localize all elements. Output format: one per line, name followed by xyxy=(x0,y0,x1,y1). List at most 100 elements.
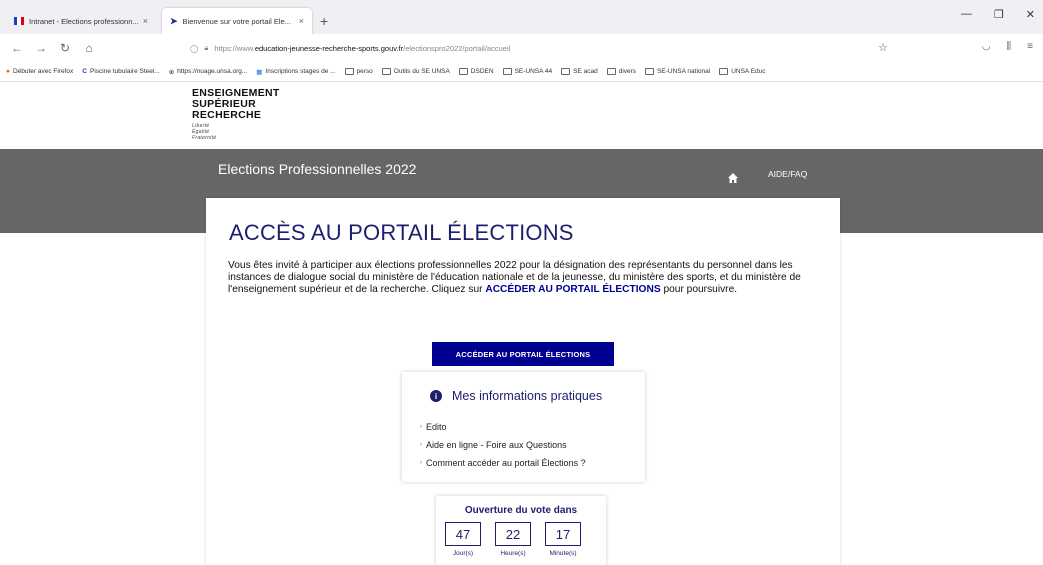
info-icon: i xyxy=(430,390,442,402)
new-tab-button[interactable]: + xyxy=(320,8,328,34)
site-title[interactable]: Elections Professionnelles 2022 xyxy=(218,161,416,177)
browser-nav-bar: ← → ↻ ⌂ ◯ 🔒︎ https://www.education-jeune… xyxy=(0,34,1043,62)
countdown-hours: 22 Heure(s) xyxy=(495,522,531,557)
countdown-title: Ouverture du vote dans xyxy=(464,505,578,516)
tab-label: Intranet - Elections professionn... xyxy=(29,16,138,26)
motto-line: Fraternité xyxy=(192,135,217,141)
folder-icon xyxy=(561,68,571,75)
home-browser-icon[interactable]: ⌂ xyxy=(82,41,96,55)
reload-icon[interactable]: ↻ xyxy=(58,41,72,55)
page-viewport: ENSEIGNEMENT SUPÉRIEUR RECHERCHE Liberté… xyxy=(0,82,1043,565)
info-link-access[interactable]: › Comment accéder au portail Élections ? xyxy=(420,454,586,472)
bookmark-item[interactable]: ▦ Inscriptions stages de ... xyxy=(256,68,335,76)
bookmark-label: SE-UNSA 44 xyxy=(514,68,553,75)
folder-icon xyxy=(344,68,354,75)
shield-icon[interactable]: ◯ xyxy=(190,44,198,53)
logo-line: RECHERCHE xyxy=(192,109,262,121)
info-link-edito[interactable]: › Edito xyxy=(420,418,586,436)
folder-icon xyxy=(381,68,391,75)
ministry-logo[interactable]: ENSEIGNEMENT SUPÉRIEUR RECHERCHE Liberté… xyxy=(192,88,280,142)
info-link-faq[interactable]: › Aide en ligne - Foire aux Questions xyxy=(420,436,586,454)
forward-icon[interactable]: → xyxy=(34,41,48,55)
folder-icon xyxy=(502,68,512,75)
lock-icon[interactable]: 🔒︎ xyxy=(204,43,208,53)
folder-icon xyxy=(719,68,729,75)
bookmark-item[interactable]: ● Débuter avec Firefox xyxy=(6,68,73,75)
back-icon[interactable]: ← xyxy=(10,41,24,55)
pocket-icon[interactable]: ◡ xyxy=(982,41,991,52)
info-link-label: Comment accéder au portail Élections ? xyxy=(426,458,586,468)
restore-icon[interactable]: ❐ xyxy=(994,8,1004,21)
arrow-favicon-icon: ➤ xyxy=(170,15,178,26)
bookmark-label: Outils du SE UNSA xyxy=(393,68,450,75)
window-controls: — ❐ ✕ xyxy=(961,8,1035,21)
bookmark-folder[interactable]: SE-UNSA national xyxy=(645,68,710,75)
folder-icon xyxy=(645,68,655,75)
info-links-list: › Edito › Aide en ligne - Foire aux Questi… xyxy=(420,418,586,472)
close-icon[interactable]: × xyxy=(299,16,304,26)
countdown-label: Minute(s) xyxy=(549,550,577,557)
tab-portail[interactable]: ➤ Bienvenue sur votre portail Ele... × xyxy=(162,8,312,34)
menu-icon[interactable]: ≡ xyxy=(1027,41,1033,52)
countdown-value: 47 xyxy=(445,522,481,546)
info-panel: i Mes informations pratiques › Edito › Aid… xyxy=(402,372,645,482)
home-icon[interactable] xyxy=(727,172,739,184)
url-text: https://www.education-jeunesse-recherche… xyxy=(214,44,510,53)
bookmark-label: Inscriptions stages de ... xyxy=(265,68,336,75)
bookmark-item[interactable]: C Piscine tubulaire Steel... xyxy=(82,68,159,75)
bookmark-folder[interactable]: SE-UNSA 44 xyxy=(502,68,553,75)
intro-text: Vous êtes invité à participer aux électi… xyxy=(228,260,818,296)
url-path: /electionspro2022/portail/accueil xyxy=(403,43,511,53)
bookmark-folder[interactable]: UNSA Educ xyxy=(719,68,766,75)
bookmark-folder[interactable]: perso xyxy=(344,68,373,75)
bookmark-folder[interactable]: Outils du SE UNSA xyxy=(381,68,450,75)
bookmark-label: https://nuage.unsa.org... xyxy=(177,68,248,75)
info-panel-title: Mes informations pratiques xyxy=(452,389,603,403)
close-window-icon[interactable]: ✕ xyxy=(1026,8,1035,21)
countdown-value: 22 xyxy=(495,522,531,546)
bookmark-label: Piscine tubulaire Steel... xyxy=(89,68,160,75)
bookmark-folder[interactable]: DSDEN xyxy=(458,68,494,75)
bookmark-label: DSDEN xyxy=(470,68,494,75)
url-bar[interactable]: ◯ 🔒︎ https://www.education-jeunesse-rech… xyxy=(190,37,890,59)
intro-end: pour poursuivre. xyxy=(660,284,738,295)
bookmark-label: Débuter avec Firefox xyxy=(12,68,74,75)
main-card: ACCÈS AU PORTAIL ÉLECTIONS Vous êtes inv… xyxy=(206,198,840,565)
countdown-minutes: 17 Minute(s) xyxy=(545,522,581,557)
info-link-label: Aide en ligne - Foire aux Questions xyxy=(426,440,567,450)
minimize-icon[interactable]: — xyxy=(961,8,972,21)
bookmark-star-icon[interactable]: ☆ xyxy=(878,41,888,54)
bookmark-label: divers xyxy=(618,68,637,75)
vote-countdown: Ouverture du vote dans 47 Jour(s) 22 Heu… xyxy=(436,496,606,565)
intro-highlight: ACCÉDER AU PORTAIL ÉLECTIONS xyxy=(485,284,661,295)
aide-faq-link[interactable]: AIDE/FAQ xyxy=(768,169,807,179)
access-portal-button[interactable]: ACCÉDER AU PORTAIL ÉLECTIONS xyxy=(432,342,614,366)
globe-icon: ⊕ xyxy=(168,68,175,76)
page-title: ACCÈS AU PORTAIL ÉLECTIONS xyxy=(229,220,574,245)
toolbar-icons: ◡ ⫼ ≡ xyxy=(982,41,1033,52)
tab-intranet[interactable]: Intranet - Elections professionn... × xyxy=(6,8,156,34)
library-icon[interactable]: ⫼ xyxy=(1007,41,1012,52)
close-icon[interactable]: × xyxy=(143,16,148,26)
caret-right-icon: › xyxy=(420,460,422,466)
site-icon: C xyxy=(82,68,87,75)
caret-right-icon: › xyxy=(420,424,422,430)
countdown-label: Heure(s) xyxy=(500,550,526,557)
tab-label: Bienvenue sur votre portail Ele... xyxy=(182,16,291,26)
info-panel-header: i Mes informations pratiques xyxy=(430,389,602,403)
sheet-icon: ▦ xyxy=(256,68,263,76)
republic-motto: Liberté Égalité Fraternité xyxy=(192,123,280,141)
firefox-icon: ● xyxy=(6,68,10,75)
browser-tab-bar: Intranet - Elections professionn... × ➤ … xyxy=(0,0,1043,34)
bookmark-folder[interactable]: divers xyxy=(606,68,637,75)
bookmark-label: SE-UNSA national xyxy=(657,68,711,75)
info-link-label: Edito xyxy=(426,422,447,432)
bookmark-item[interactable]: ⊕ https://nuage.unsa.org... xyxy=(169,68,248,76)
url-host: education-jeunesse-recherche-sports.gouv… xyxy=(254,43,404,53)
countdown-value: 17 xyxy=(545,522,581,546)
caret-right-icon: › xyxy=(420,442,422,448)
countdown-units: 47 Jour(s) 22 Heure(s) 17 Minute(s) xyxy=(445,522,581,557)
countdown-days: 47 Jour(s) xyxy=(445,522,481,557)
bookmark-label: UNSA Educ xyxy=(731,68,766,75)
bookmark-folder[interactable]: SE acad xyxy=(561,68,598,75)
